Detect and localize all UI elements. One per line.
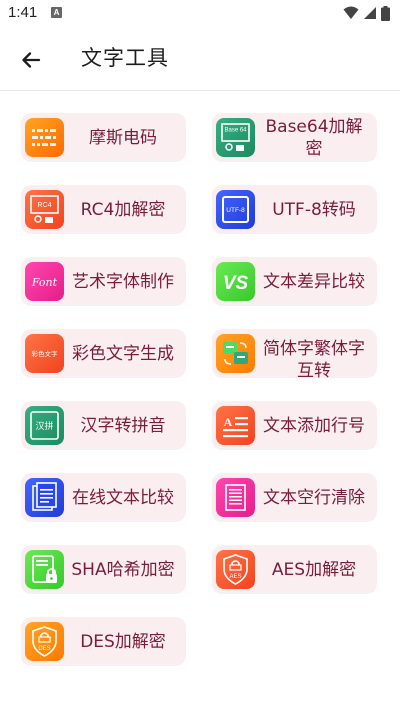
aes-icon-text: AES <box>229 574 241 580</box>
tool-label: UTF-8转码 <box>272 199 356 220</box>
tool-utf8[interactable]: UTF-8 UTF-8转码 <box>212 185 377 234</box>
tool-aes[interactable]: AES AES加解密 <box>212 545 377 594</box>
tool-art-font[interactable]: Font 艺术字体制作 <box>21 257 186 306</box>
rc4-icon: RC4 <box>25 190 64 229</box>
blank-line-icon <box>216 478 255 517</box>
status-icons <box>343 5 390 21</box>
tool-label: 简体字繁体字互转 <box>263 339 365 378</box>
tool-text-diff[interactable]: VS 文本差异比较 <box>212 257 377 306</box>
line-number-icon: A <box>216 406 255 445</box>
tool-line-number[interactable]: A 文本添加行号 <box>212 401 377 450</box>
tool-label: 在线文本比较 <box>72 487 174 508</box>
signal-icon <box>364 7 376 19</box>
tool-blank-line-clear[interactable]: 文本空行清除 <box>212 473 377 522</box>
wifi-icon <box>343 6 359 19</box>
tool-base64[interactable]: Base 64 Base64加解密 <box>212 113 377 162</box>
morse-code-icon <box>25 118 64 157</box>
tool-label: AES加解密 <box>271 559 357 580</box>
base64-icon: Base 64 <box>216 118 255 157</box>
notification-icon: A <box>51 7 62 18</box>
base64-icon-text: Base 64 <box>224 128 247 134</box>
sha-lock-icon <box>25 550 64 589</box>
tool-des[interactable]: DES DES加解密 <box>21 617 186 666</box>
pinyin-icon: 汉拼 <box>25 406 64 445</box>
pinyin-icon-text: 汉拼 <box>35 420 53 432</box>
tool-label: 汉字转拼音 <box>80 415 166 436</box>
battery-icon <box>381 5 390 21</box>
tool-label: 文本添加行号 <box>263 415 365 436</box>
color-text-icon-text: 彩色文字 <box>32 349 59 358</box>
tool-label: 摩斯电码 <box>89 127 157 148</box>
des-shield-icon: DES <box>25 622 64 661</box>
tool-label: 艺术字体制作 <box>72 271 174 292</box>
des-icon-text: DES <box>38 646 50 652</box>
document-compare-icon <box>25 478 64 517</box>
translate-icon <box>216 334 255 373</box>
back-arrow-icon <box>22 52 41 68</box>
back-button[interactable] <box>16 45 46 75</box>
status-bar: 1:41 A <box>0 0 400 28</box>
font-icon: Font <box>25 262 64 301</box>
app-bar: 文字工具 <box>0 28 400 91</box>
rc4-icon-text: RC4 <box>37 202 51 209</box>
tool-label: 彩色文字生成 <box>72 343 174 364</box>
color-text-icon: 彩色文字 <box>25 334 64 373</box>
tool-color-text[interactable]: 彩色文字 彩色文字生成 <box>21 329 186 378</box>
status-time: 1:41 <box>8 4 38 21</box>
svg-text:A: A <box>224 415 233 429</box>
page-title: 文字工具 <box>81 46 169 70</box>
tool-rc4[interactable]: RC4 RC4加解密 <box>21 185 186 234</box>
tool-morse-code[interactable]: 摩斯电码 <box>21 113 186 162</box>
utf8-icon-text: UTF-8 <box>226 207 245 214</box>
font-icon-text: Font <box>31 276 58 289</box>
tool-label: 文本空行清除 <box>263 487 365 508</box>
aes-shield-icon: AES <box>216 550 255 589</box>
tool-label: Base64加解密 <box>265 116 363 159</box>
tool-label: 文本差异比较 <box>263 271 365 292</box>
tool-pinyin[interactable]: 汉拼 汉字转拼音 <box>21 401 186 450</box>
vs-icon-text: VS <box>223 273 249 294</box>
utf8-icon: UTF-8 <box>216 190 255 229</box>
tool-label: DES加解密 <box>80 631 166 652</box>
tool-label: SHA哈希加密 <box>71 559 175 580</box>
tool-sha-hash[interactable]: SHA哈希加密 <box>21 545 186 594</box>
vs-icon: VS <box>216 262 255 301</box>
tool-simplified-traditional[interactable]: 简体字繁体字互转 <box>212 329 377 378</box>
tool-online-compare[interactable]: 在线文本比较 <box>21 473 186 522</box>
tool-label: RC4加解密 <box>80 199 166 220</box>
